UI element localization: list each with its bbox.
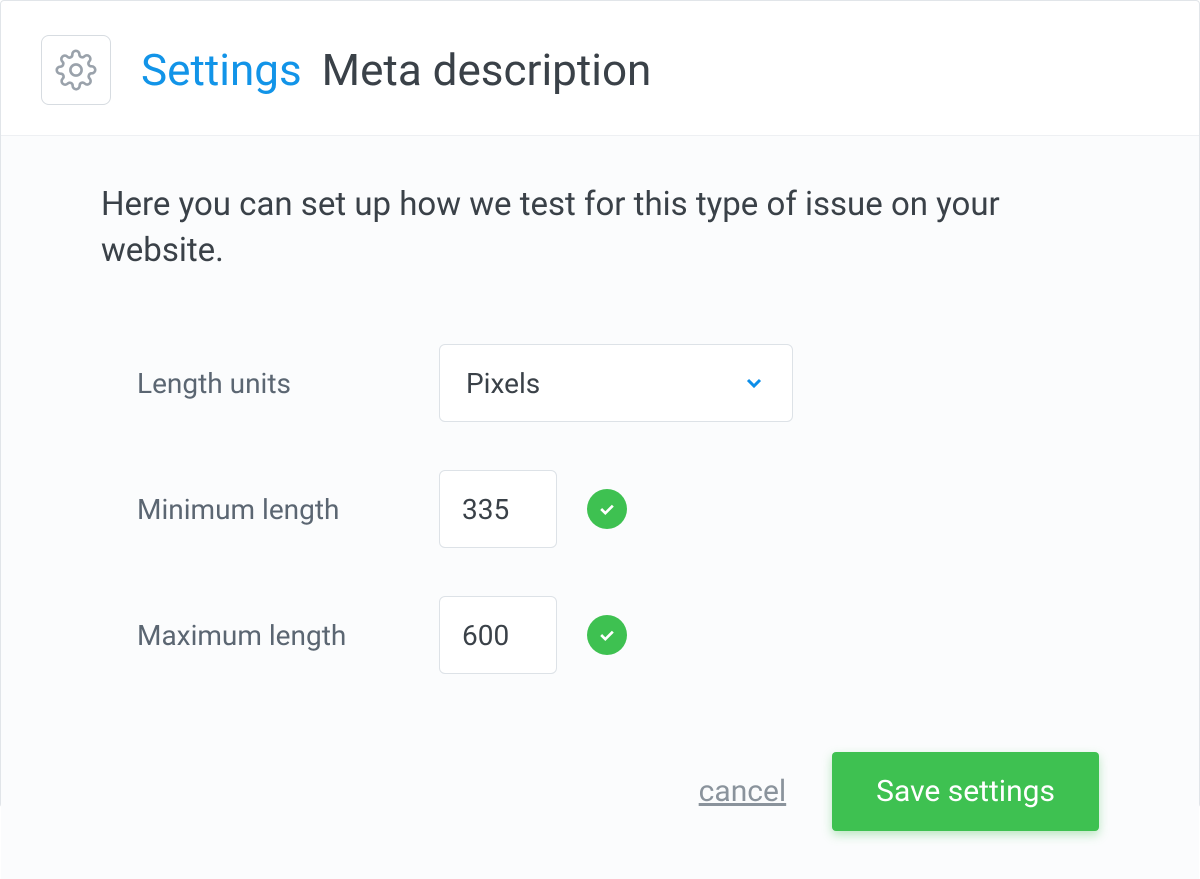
check-icon (597, 499, 617, 519)
max-length-valid-badge (587, 615, 627, 655)
gear-icon-box (41, 35, 111, 105)
check-icon (597, 625, 617, 645)
dialog-actions: cancel Save settings (101, 752, 1099, 831)
max-length-input[interactable] (439, 596, 557, 674)
settings-dialog: Settings Meta description Here you can s… (0, 0, 1200, 808)
cancel-button[interactable]: cancel (699, 774, 787, 809)
max-length-row: Maximum length (137, 596, 1099, 674)
title-section: Meta description (322, 48, 652, 92)
dialog-title: Settings Meta description (141, 48, 651, 92)
description-text: Here you can set up how we test for this… (101, 182, 1099, 274)
length-units-label: Length units (137, 367, 439, 400)
dialog-body: Here you can set up how we test for this… (1, 135, 1199, 879)
min-length-row: Minimum length (137, 470, 1099, 548)
length-units-select[interactable]: Pixels (439, 344, 793, 422)
save-settings-button[interactable]: Save settings (832, 752, 1099, 831)
min-length-valid-badge (587, 489, 627, 529)
length-units-value: Pixels (466, 367, 742, 400)
length-units-row: Length units Pixels (137, 344, 1099, 422)
settings-form: Length units Pixels Minimum length Maxim… (101, 344, 1099, 674)
title-category: Settings (141, 48, 302, 92)
gear-icon (55, 49, 97, 91)
min-length-label: Minimum length (137, 493, 439, 526)
min-length-input[interactable] (439, 470, 557, 548)
dialog-header: Settings Meta description (1, 1, 1199, 135)
max-length-label: Maximum length (137, 619, 439, 652)
chevron-down-icon (742, 371, 766, 395)
